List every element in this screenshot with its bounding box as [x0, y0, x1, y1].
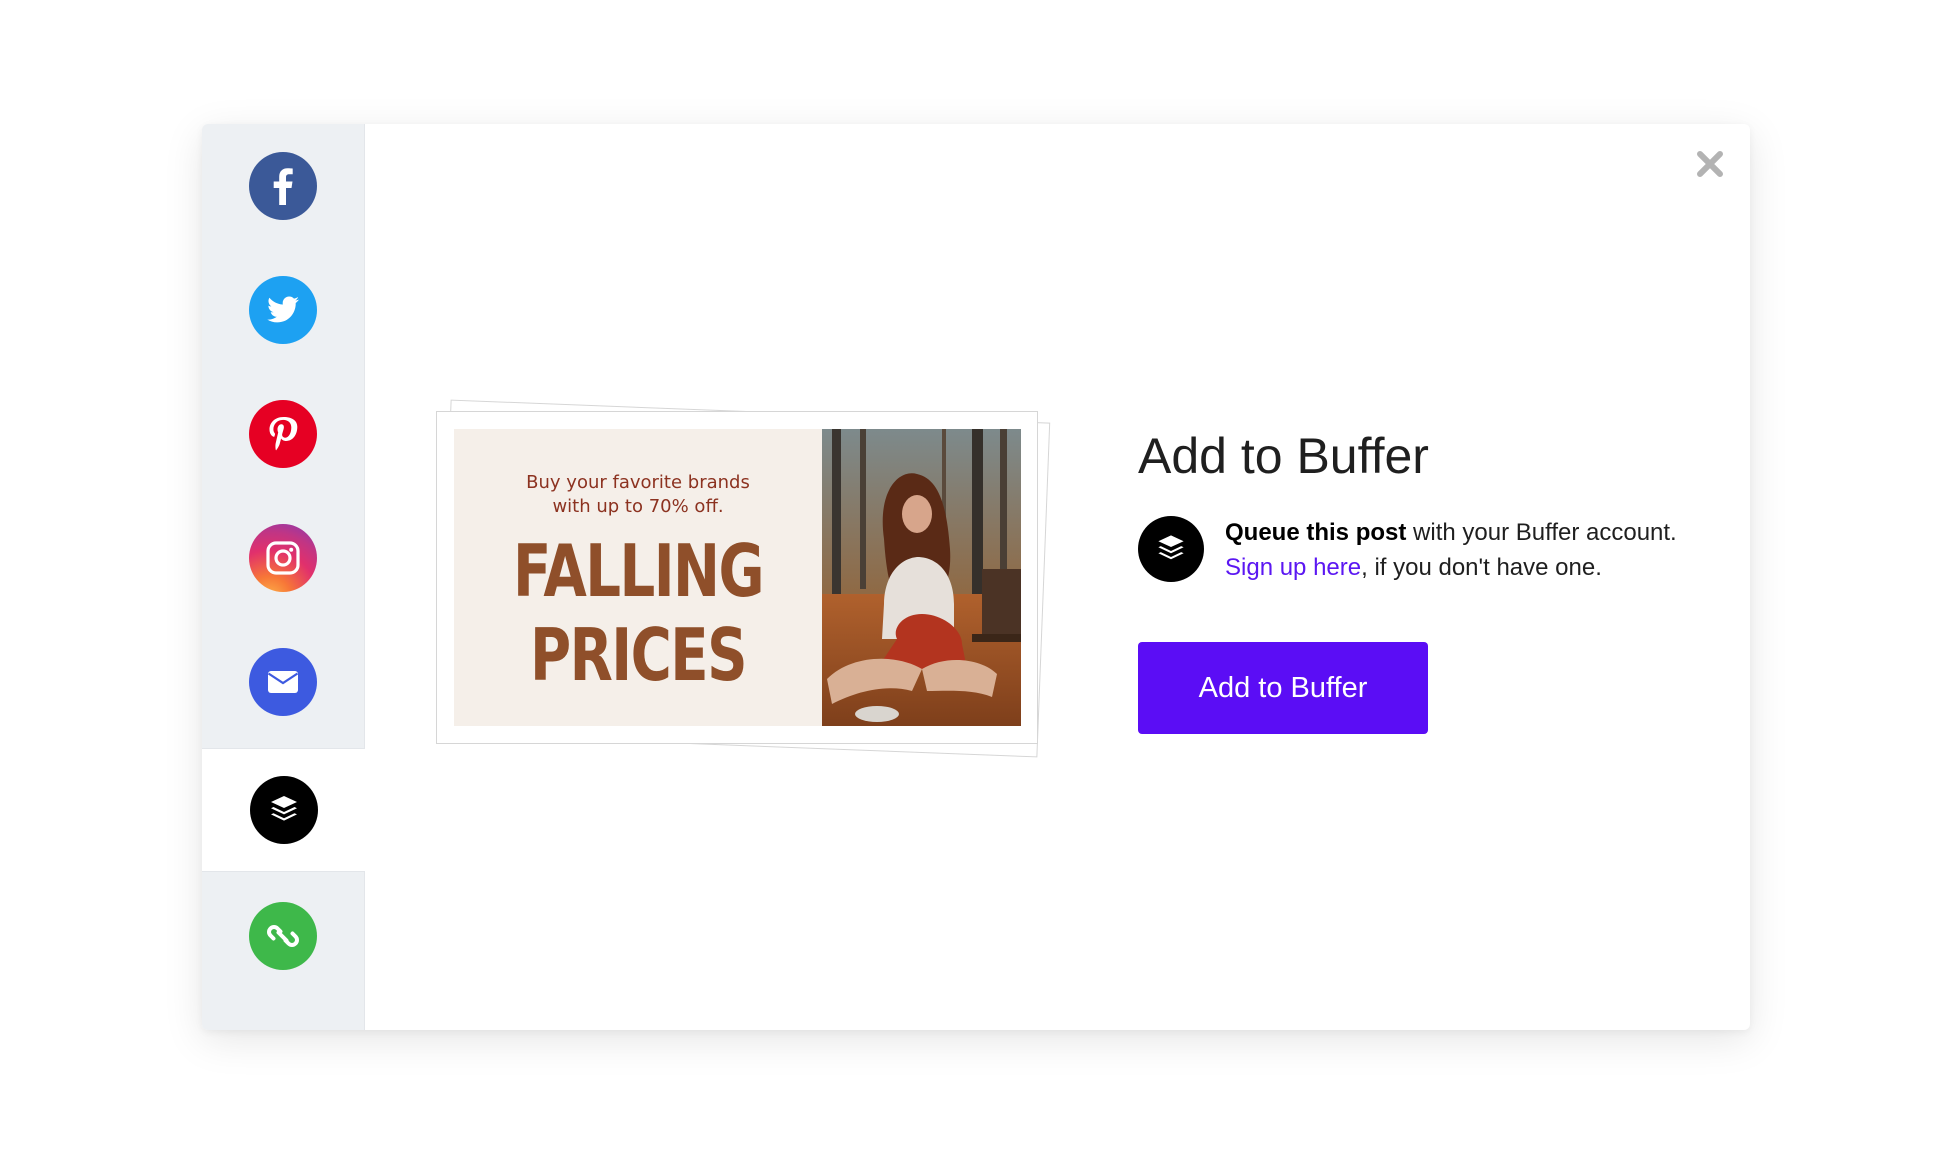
- ad-headline-line-2: PRICES: [530, 613, 748, 697]
- buffer-icon: [249, 776, 318, 844]
- close-button[interactable]: [1690, 144, 1730, 184]
- add-to-buffer-button[interactable]: Add to Buffer: [1138, 642, 1428, 734]
- woman-sitting-photo: [822, 429, 1021, 726]
- share-sidebar: [202, 124, 365, 1030]
- envelope-icon: [249, 648, 317, 716]
- buffer-description: Queue this post with your Buffer account…: [1225, 515, 1677, 585]
- ad-headline-line-1: FALLING: [512, 529, 765, 613]
- sidebar-item-facebook[interactable]: [202, 124, 364, 248]
- queue-post-bold: Queue this post: [1225, 519, 1407, 546]
- pinterest-icon: [249, 400, 317, 468]
- sidebar-item-pinterest[interactable]: [202, 372, 364, 496]
- close-icon: [1697, 151, 1723, 177]
- sidebar-item-instagram[interactable]: [202, 496, 364, 620]
- twitter-icon: [249, 276, 317, 344]
- description-rest: with your Buffer account.: [1406, 519, 1677, 546]
- buffer-logo-icon: [1138, 516, 1204, 582]
- ad-subtitle: Buy your favorite brands with up to 70% …: [454, 471, 822, 519]
- link-icon: [249, 902, 317, 970]
- instagram-icon: [249, 524, 317, 592]
- ad-subtitle-line-1: Buy your favorite brands: [526, 472, 750, 493]
- signup-rest: , if you don't have one.: [1361, 554, 1602, 581]
- preview-card: Buy your favorite brands with up to 70% …: [436, 411, 1038, 744]
- buffer-description-line-2: Sign up here, if you don't have one.: [1225, 550, 1677, 585]
- sidebar-item-buffer[interactable]: [202, 748, 365, 872]
- sidebar-item-twitter[interactable]: [202, 248, 364, 372]
- buffer-description-line-1: Queue this post with your Buffer account…: [1225, 515, 1677, 550]
- ad-image: Buy your favorite brands with up to 70% …: [454, 429, 1021, 726]
- ad-text-panel: Buy your favorite brands with up to 70% …: [454, 429, 822, 726]
- buffer-title: Add to Buffer: [1138, 428, 1429, 484]
- share-modal: Buy your favorite brands with up to 70% …: [202, 124, 1750, 1030]
- sign-up-link[interactable]: Sign up here: [1225, 554, 1361, 581]
- ad-headline: FALLING PRICES: [494, 529, 781, 697]
- facebook-icon: [249, 152, 317, 220]
- ad-subtitle-line-2: with up to 70% off.: [552, 496, 724, 517]
- sidebar-item-copy-link[interactable]: [202, 874, 364, 998]
- sidebar-item-email[interactable]: [202, 620, 364, 744]
- post-preview: Buy your favorite brands with up to 70% …: [432, 389, 1072, 789]
